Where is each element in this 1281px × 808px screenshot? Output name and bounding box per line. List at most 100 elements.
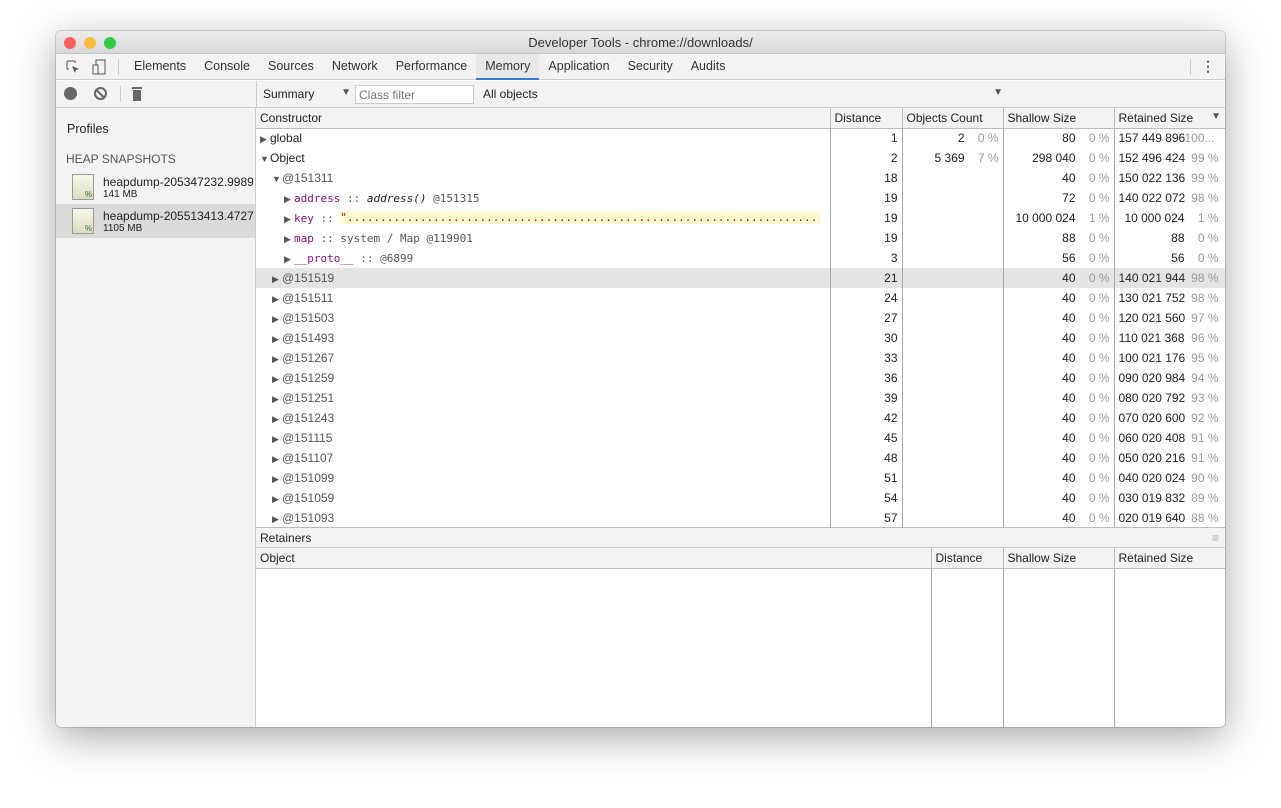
constructor-cell: ▶ @151493 xyxy=(256,328,831,348)
collapsed-arrow-icon[interactable]: ▶ xyxy=(272,414,282,425)
table-row[interactable]: ▶ @151115 45 40 0 % 060 020 408 91 % xyxy=(256,428,1225,448)
tab-memory[interactable]: Memory xyxy=(476,53,540,80)
retained-size-cell-percent: 91 % xyxy=(1191,431,1219,445)
distance-cell: 19 xyxy=(830,188,903,208)
collapsed-arrow-icon[interactable]: ▶ xyxy=(272,514,282,525)
retained-size-cell: 100 021 176 95 % xyxy=(1114,348,1225,368)
retained-size-cell-value: 040 020 024 xyxy=(1118,471,1186,485)
shallow-size-cell-percent: 0 % xyxy=(1088,451,1110,465)
summary-grid[interactable]: Constructor Distance Objects Count Shallow … xyxy=(256,108,1225,528)
table-row[interactable]: ▶ @151267 33 40 0 % 100 021 176 95 % xyxy=(256,348,1225,368)
more-options-icon[interactable]: ⋮ xyxy=(1201,58,1215,75)
tab-console[interactable]: Console xyxy=(195,54,259,80)
column-header-constructor[interactable]: Constructor xyxy=(256,108,831,129)
node-name: @151259 xyxy=(282,371,335,385)
retainers-column-object[interactable]: Object xyxy=(256,548,932,569)
snapshot-size: 141 MB xyxy=(103,188,138,200)
object-id: @151315 xyxy=(426,192,480,205)
shallow-size-cell-percent: 0 % xyxy=(1088,151,1110,165)
table-row[interactable]: ▶ @151251 39 40 0 % 080 020 792 93 % xyxy=(256,388,1225,408)
record-icon[interactable] xyxy=(64,87,77,100)
tab-elements[interactable]: Elements xyxy=(125,54,195,80)
collapsed-arrow-icon[interactable]: ▶ xyxy=(284,254,294,265)
table-row[interactable]: ▶ address :: address() @151315 19 72 0 % 140 … xyxy=(256,188,1225,208)
tab-network[interactable]: Network xyxy=(323,54,387,80)
node-name: @151093 xyxy=(282,511,335,525)
retainers-column-shallow-size[interactable]: Shallow Size xyxy=(1003,548,1115,569)
table-row[interactable]: ▶ @151519 21 40 0 % 140 021 944 98 % xyxy=(256,268,1225,288)
shallow-size-cell: 72 0 % xyxy=(1003,188,1115,208)
expanded-arrow-icon[interactable]: ▼ xyxy=(272,174,282,184)
table-row[interactable]: ▶ @151099 51 40 0 % 040 020 024 90 % xyxy=(256,468,1225,488)
retained-size-cell-percent: 90 % xyxy=(1191,471,1219,485)
table-row[interactable]: ▶ @151511 24 40 0 % 130 021 752 98 % xyxy=(256,288,1225,308)
column-header-objects-count[interactable]: Objects Count xyxy=(902,108,1004,129)
collapsed-arrow-icon[interactable]: ▶ xyxy=(272,494,282,505)
column-header-distance[interactable]: Distance xyxy=(830,108,903,129)
expanded-arrow-icon[interactable]: ▼ xyxy=(260,154,270,164)
tab-sources[interactable]: Sources xyxy=(259,54,323,80)
scope-select[interactable]: All objects ▼ xyxy=(483,87,1003,101)
trash-icon[interactable] xyxy=(132,87,142,101)
collapsed-arrow-icon[interactable]: ▶ xyxy=(284,214,294,225)
objects-count-cell xyxy=(902,388,1004,408)
retainers-header[interactable]: Retainers ≡ xyxy=(256,528,1225,548)
tab-performance[interactable]: Performance xyxy=(387,54,477,80)
scope-select-value: All objects xyxy=(483,87,538,101)
snapshot-item[interactable]: % heapdump-205513413.4727 1105 MB xyxy=(56,204,255,238)
retained-size-cell-percent: 99 % xyxy=(1191,171,1219,185)
table-row[interactable]: ▶ __proto__ :: @6899 3 56 0 % 56 0 % xyxy=(256,248,1225,268)
table-row[interactable]: ▶ @151059 54 40 0 % 030 019 832 89 % xyxy=(256,488,1225,508)
drag-handle-icon[interactable]: ≡ xyxy=(1212,528,1219,548)
collapsed-arrow-icon[interactable]: ▶ xyxy=(272,314,282,325)
retained-size-cell: 080 020 792 93 % xyxy=(1114,388,1225,408)
collapsed-arrow-icon[interactable]: ▶ xyxy=(272,454,282,465)
tab-application[interactable]: Application xyxy=(539,54,618,80)
collapsed-arrow-icon[interactable]: ▶ xyxy=(272,334,282,345)
collapsed-arrow-icon[interactable]: ▶ xyxy=(284,234,294,245)
table-row[interactable]: ▶ @151493 30 40 0 % 110 021 368 96 % xyxy=(256,328,1225,348)
retained-size-cell-percent: 97 % xyxy=(1191,311,1219,325)
table-row[interactable]: ▶ @151093 57 40 0 % 020 019 640 88 % xyxy=(256,508,1225,527)
table-row[interactable]: ▶ map :: system / Map @119901 19 88 0 % 88 0 % xyxy=(256,228,1225,248)
collapsed-arrow-icon[interactable]: ▶ xyxy=(272,474,282,485)
collapsed-arrow-icon[interactable]: ▶ xyxy=(272,294,282,305)
retainers-column-retained-size[interactable]: Retained Size xyxy=(1114,548,1225,569)
shallow-size-cell-percent: 0 % xyxy=(1088,391,1110,405)
retained-size-cell-value: 88 xyxy=(1171,231,1185,245)
retained-size-cell: 140 022 072 98 % xyxy=(1114,188,1225,208)
minimize-button[interactable] xyxy=(84,37,96,49)
view-select[interactable]: Summary ▼ xyxy=(263,87,351,101)
retained-size-cell: 040 020 024 90 % xyxy=(1114,468,1225,488)
shallow-size-cell-percent: 0 % xyxy=(1088,471,1110,485)
collapsed-arrow-icon[interactable]: ▶ xyxy=(284,194,294,205)
table-row[interactable]: ▶ @151259 36 40 0 % 090 020 984 94 % xyxy=(256,368,1225,388)
collapsed-arrow-icon[interactable]: ▶ xyxy=(272,434,282,445)
column-header-retained-size[interactable]: Retained Size ▼ xyxy=(1114,108,1225,129)
inspect-element-icon[interactable] xyxy=(60,54,86,80)
collapsed-arrow-icon[interactable]: ▶ xyxy=(272,374,282,385)
tab-security[interactable]: Security xyxy=(619,54,682,80)
clear-icon[interactable] xyxy=(94,87,107,100)
table-row[interactable]: ▶ key :: "...............................… xyxy=(256,208,1225,228)
device-toolbar-icon[interactable] xyxy=(86,54,112,80)
collapsed-arrow-icon[interactable]: ▶ xyxy=(272,274,282,285)
table-row[interactable]: ▼@151311 18 40 0 % 150 022 136 99 % xyxy=(256,168,1225,188)
maximize-button[interactable] xyxy=(104,37,116,49)
table-row[interactable]: ▶ @151503 27 40 0 % 120 021 560 97 % xyxy=(256,308,1225,328)
snapshot-item[interactable]: % heapdump-205347232.9989 141 MB xyxy=(56,170,255,204)
tab-audits[interactable]: Audits xyxy=(682,54,735,80)
retainers-grid[interactable]: Object Distance Shallow Size Retained Size xyxy=(256,548,1225,727)
heap-snapshot-icon: % xyxy=(72,174,94,200)
column-header-shallow-size[interactable]: Shallow Size xyxy=(1003,108,1115,129)
table-row[interactable]: ▶ global 1 2 0 % 80 0 % 157 449 896100... xyxy=(256,128,1225,148)
table-row[interactable]: ▶ @151107 48 40 0 % 050 020 216 91 % xyxy=(256,448,1225,468)
close-button[interactable] xyxy=(64,37,76,49)
collapsed-arrow-icon[interactable]: ▶ xyxy=(260,134,270,145)
table-row[interactable]: ▼Object 2 5 369 7 % 298 040 0 % 152 496 424 99 … xyxy=(256,148,1225,168)
collapsed-arrow-icon[interactable]: ▶ xyxy=(272,354,282,365)
retainers-column-distance[interactable]: Distance xyxy=(931,548,1004,569)
class-filter-input[interactable] xyxy=(355,85,474,104)
table-row[interactable]: ▶ @151243 42 40 0 % 070 020 600 92 % xyxy=(256,408,1225,428)
collapsed-arrow-icon[interactable]: ▶ xyxy=(272,394,282,405)
